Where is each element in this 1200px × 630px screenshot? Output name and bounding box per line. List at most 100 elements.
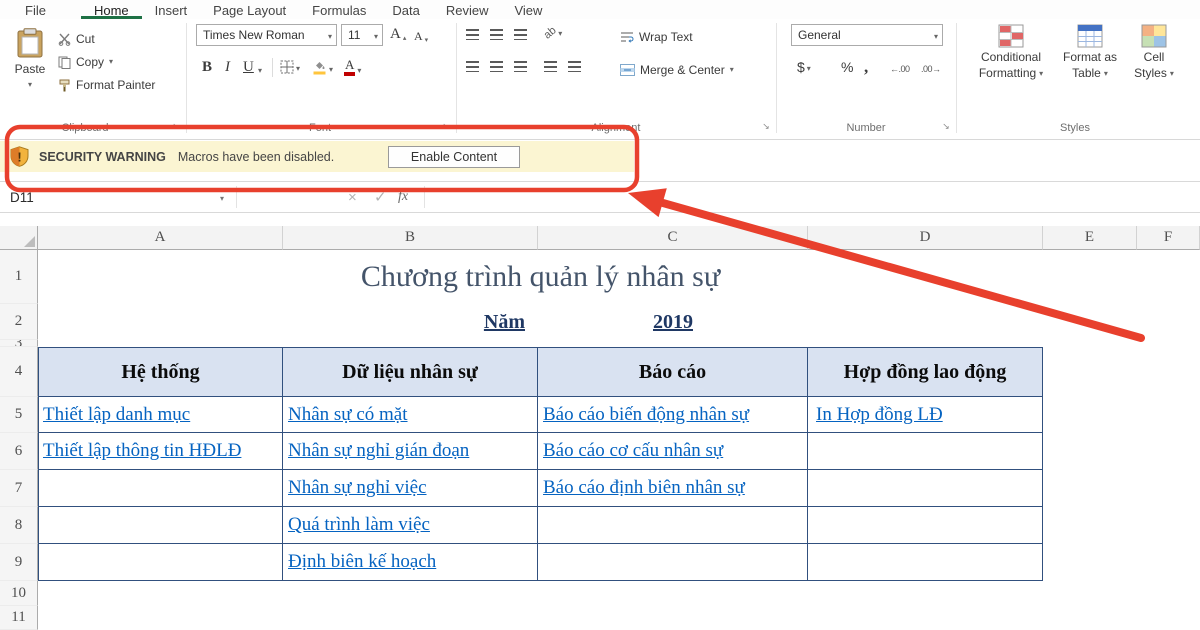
cell-a8[interactable] xyxy=(38,507,283,544)
orientation-button[interactable]: ab ▾ xyxy=(544,27,562,39)
conditional-formatting-button[interactable]: Conditional Formatting▾ xyxy=(972,24,1050,80)
copy-icon xyxy=(58,56,71,69)
cancel-button[interactable]: × xyxy=(348,182,357,212)
column-header-f[interactable]: F xyxy=(1137,226,1200,250)
alignment-dialog-launcher-icon[interactable]: ↘ xyxy=(760,121,772,132)
cell-d6[interactable] xyxy=(808,433,1043,470)
name-box-caret-icon[interactable]: ▾ xyxy=(220,194,224,203)
cell-a7[interactable] xyxy=(38,470,283,507)
cell-d8[interactable] xyxy=(808,507,1043,544)
cell-b5-link[interactable]: Nhân sự có mặt xyxy=(283,397,538,433)
tab-page-layout[interactable]: Page Layout xyxy=(200,0,299,19)
clipboard-dialog-launcher-icon[interactable]: ↘ xyxy=(170,121,182,132)
font-color-button[interactable]: A ▾ xyxy=(344,59,361,76)
row-header-4[interactable]: 4 xyxy=(0,347,38,397)
tab-formulas[interactable]: Formulas xyxy=(299,0,379,19)
fill-color-button[interactable]: ▾ xyxy=(312,59,333,75)
cell-a6-link[interactable]: Thiết lập thông tin HĐLĐ xyxy=(38,433,283,470)
cell-c6-link[interactable]: Báo cáo cơ cấu nhân sự xyxy=(538,433,808,470)
column-header-b[interactable]: B xyxy=(283,226,538,250)
column-header-a[interactable]: A xyxy=(38,226,283,250)
cell-b6-link[interactable]: Nhân sự nghỉ gián đoạn xyxy=(283,433,538,470)
font-size-combobox[interactable]: 11 ▾ xyxy=(341,24,383,46)
bottom-align-button[interactable] xyxy=(514,29,527,40)
number-dialog-launcher-icon[interactable]: ↘ xyxy=(940,121,952,132)
row-header-5[interactable]: 5 xyxy=(0,397,38,433)
row-header-6[interactable]: 6 xyxy=(0,433,38,470)
decrease-decimal-button[interactable]: .00→ xyxy=(921,64,941,74)
cell-c5-link[interactable]: Báo cáo biến động nhân sự xyxy=(538,397,808,433)
paste-button[interactable]: Paste ▾ xyxy=(6,22,54,119)
italic-button[interactable]: I xyxy=(225,59,230,76)
row-header-11[interactable]: 11 xyxy=(0,606,38,630)
borders-button[interactable]: ▾ xyxy=(280,60,300,74)
tab-insert[interactable]: Insert xyxy=(142,0,201,19)
name-box[interactable]: D11 xyxy=(0,182,234,212)
align-right-button[interactable] xyxy=(514,61,527,72)
cell-c2-year-value[interactable]: 2019 xyxy=(538,304,808,340)
cell-a4-table-header[interactable]: Hệ thống xyxy=(38,347,283,397)
decrease-indent-button[interactable] xyxy=(544,61,557,72)
cell-styles-button[interactable]: Cell Styles▾ xyxy=(1126,24,1182,80)
align-center-button[interactable] xyxy=(490,61,503,72)
format-as-table-button[interactable]: Format as Table▾ xyxy=(1058,24,1122,80)
comma-style-button[interactable]: , xyxy=(864,60,868,73)
cell-d5-link[interactable]: In Hợp đồng LĐ xyxy=(808,397,1043,433)
enter-button[interactable]: ✓ xyxy=(374,182,387,212)
cell-b9-link[interactable]: Định biên kế hoạch xyxy=(283,544,538,581)
cell-a5-link[interactable]: Thiết lập danh mục xyxy=(38,397,283,433)
font-dialog-launcher-icon[interactable]: ↘ xyxy=(440,121,452,132)
cell-b4-table-header[interactable]: Dữ liệu nhân sự xyxy=(283,347,538,397)
tab-view[interactable]: View xyxy=(501,0,555,19)
row-header-2[interactable]: 2 xyxy=(0,304,38,340)
increase-indent-button[interactable] xyxy=(568,61,581,72)
top-align-button[interactable] xyxy=(466,29,479,40)
cell-c9[interactable] xyxy=(538,544,808,581)
select-all-corner[interactable] xyxy=(0,226,38,250)
cell-d4-table-header[interactable]: Hợp đồng lao động xyxy=(808,347,1043,397)
cell-title[interactable]: Chương trình quản lý nhân sự xyxy=(38,250,1043,304)
column-header-d[interactable]: D xyxy=(808,226,1043,250)
increase-font-size-button[interactable]: A ▴ xyxy=(390,27,406,42)
format-painter-button[interactable]: Format Painter xyxy=(58,75,155,95)
column-header-c[interactable]: C xyxy=(538,226,808,250)
formula-input[interactable] xyxy=(426,182,1200,212)
row-header-8[interactable]: 8 xyxy=(0,507,38,544)
wrap-text-button[interactable]: Wrap Text xyxy=(620,27,693,47)
row-header-7[interactable]: 7 xyxy=(0,470,38,507)
tab-data[interactable]: Data xyxy=(379,0,432,19)
font-name-combobox[interactable]: Times New Roman ▾ xyxy=(196,24,337,46)
row-header-10[interactable]: 10 xyxy=(0,581,38,606)
tab-file[interactable]: File xyxy=(12,0,59,19)
align-left-button[interactable] xyxy=(466,61,479,72)
merge-center-button[interactable]: Merge & Center ▾ xyxy=(620,60,734,80)
decrease-font-size-button[interactable]: A ▾ xyxy=(414,29,428,44)
percent-style-button[interactable]: % xyxy=(841,60,853,74)
row-header-1[interactable]: 1 xyxy=(0,250,38,304)
increase-decimal-button[interactable]: ←.00 xyxy=(890,64,910,74)
tab-home[interactable]: Home xyxy=(81,0,142,19)
cut-button[interactable]: Cut xyxy=(58,29,95,49)
cell-a9[interactable] xyxy=(38,544,283,581)
number-format-combobox[interactable]: General ▾ xyxy=(791,24,943,46)
column-header-e[interactable]: E xyxy=(1043,226,1137,250)
cell-b7-link[interactable]: Nhân sự nghỉ việc xyxy=(283,470,538,507)
copy-button[interactable]: Copy ▾ xyxy=(58,52,113,72)
cell-c7-link[interactable]: Báo cáo định biên nhân sự xyxy=(538,470,808,507)
cell-b8-link[interactable]: Quá trình làm việc xyxy=(283,507,538,544)
cell-d9[interactable] xyxy=(808,544,1043,581)
cell-c4-table-header[interactable]: Báo cáo xyxy=(538,347,808,397)
cell-c8[interactable] xyxy=(538,507,808,544)
underline-caret-icon[interactable]: ▾ xyxy=(258,66,262,76)
cell-d7[interactable] xyxy=(808,470,1043,507)
bold-button[interactable]: B xyxy=(202,59,212,76)
insert-function-button[interactable]: fx xyxy=(398,182,408,212)
enable-content-button[interactable]: Enable Content xyxy=(388,146,520,168)
tab-review[interactable]: Review xyxy=(433,0,502,19)
row-header-9[interactable]: 9 xyxy=(0,544,38,581)
middle-align-button[interactable] xyxy=(490,29,503,40)
cell-b2-year-label[interactable]: Năm xyxy=(283,304,538,340)
row-header-3[interactable]: 3 xyxy=(0,340,38,347)
underline-button[interactable]: U xyxy=(243,59,254,76)
accounting-format-button[interactable]: $ ▾ xyxy=(797,60,811,74)
